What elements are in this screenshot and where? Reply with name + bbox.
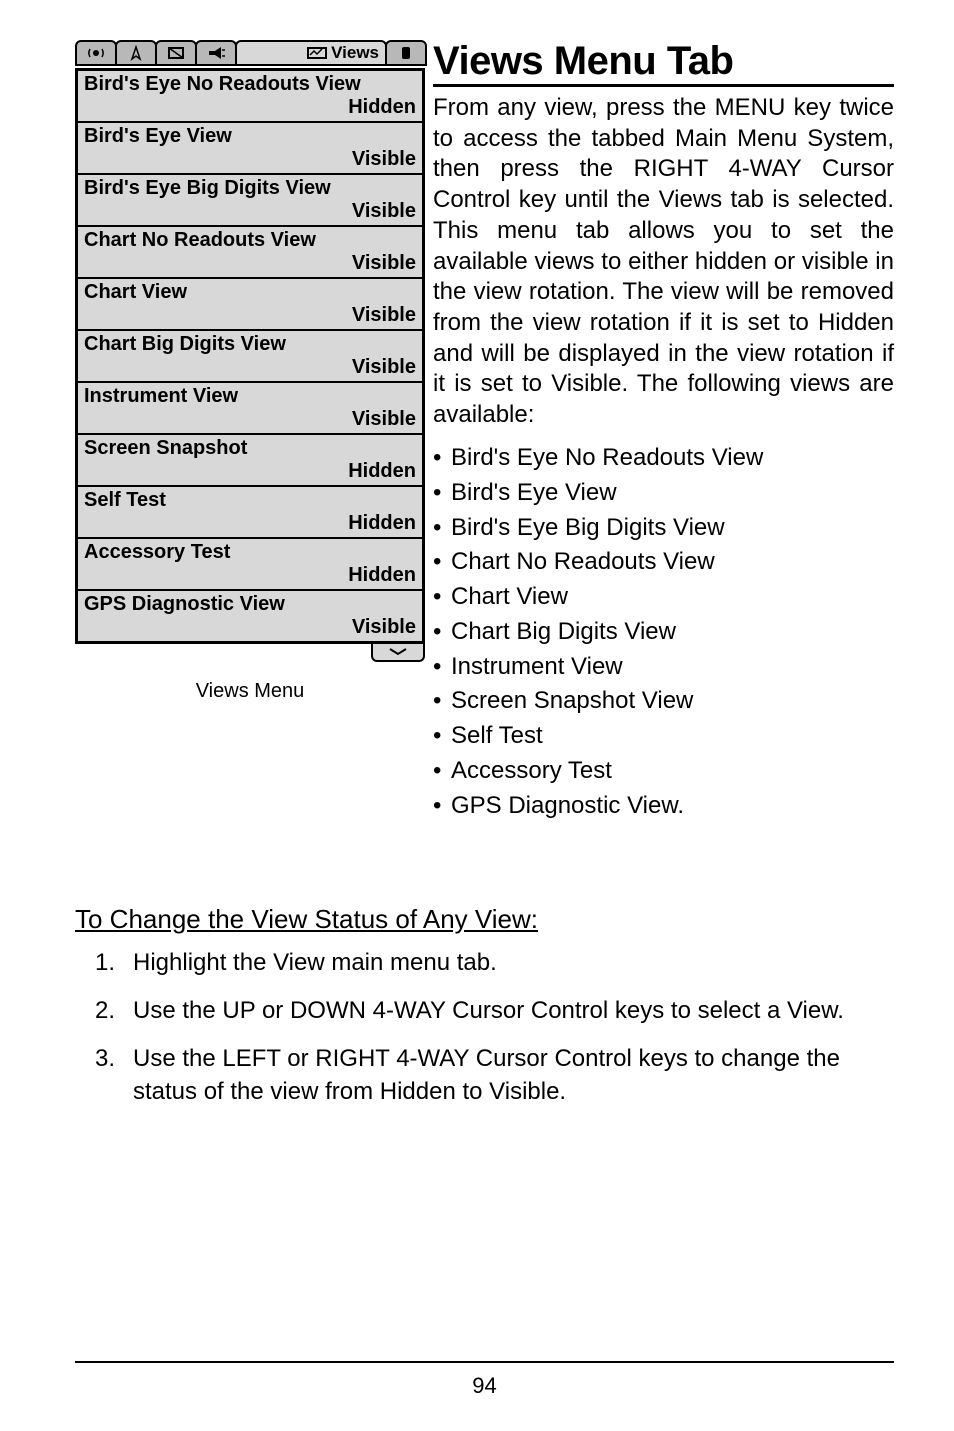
menu-row[interactable]: GPS Diagnostic View Visible [78, 591, 422, 641]
bullet-item: GPS Diagnostic View. [433, 789, 894, 824]
menu-row-value: Visible [84, 356, 416, 379]
menu-row-value: Visible [84, 148, 416, 171]
tab-chart-icon [155, 40, 197, 66]
bullet-item: Bird's Eye No Readouts View [433, 441, 894, 476]
menu-caption: Views Menu [75, 680, 425, 703]
tab-nav-icon [115, 40, 157, 66]
menu-row-label: Chart Big Digits View [84, 333, 416, 356]
chevron-down-icon [388, 648, 408, 656]
menu-row-value: Visible [84, 252, 416, 275]
menu-row-label: Accessory Test [84, 541, 416, 564]
step-item: 3. Use the LEFT or RIGHT 4-WAY Cursor Con… [95, 1043, 894, 1108]
bullet-item: Chart No Readouts View [433, 545, 894, 580]
menu-row-label: Self Test [84, 489, 416, 512]
bullet-item: Screen Snapshot View [433, 684, 894, 719]
menu-row[interactable]: Chart Big Digits View Visible [78, 331, 422, 383]
steps-list: 1. Highlight the View main menu tab. 2. Us… [95, 947, 894, 1109]
menu-row-label: Bird's Eye Big Digits View [84, 177, 416, 200]
tab-views-active: Views [235, 40, 387, 66]
menu-row[interactable]: Bird's Eye No Readouts View Hidden [78, 71, 422, 123]
tab-alarms-icon [195, 40, 237, 66]
menu-row[interactable]: Instrument View Visible [78, 383, 422, 435]
menu-row-value: Hidden [84, 564, 416, 587]
menu-tab-bar: Views [75, 40, 425, 66]
step-text: Use the LEFT or RIGHT 4-WAY Cursor Contr… [133, 1045, 840, 1104]
menu-row[interactable]: Bird's Eye View Visible [78, 123, 422, 175]
section-heading: To Change the View Status of Any View: [75, 904, 894, 935]
bullet-item: Chart View [433, 580, 894, 615]
tab-label: Views [331, 43, 379, 63]
menu-row-value: Visible [84, 616, 416, 639]
menu-row-value: Hidden [84, 96, 416, 119]
menu-row-label: Chart No Readouts View [84, 229, 416, 252]
tab-sonar-icon [75, 40, 117, 66]
menu-row-value: Hidden [84, 512, 416, 535]
step-number: 2. [95, 995, 115, 1027]
menu-row[interactable]: Screen Snapshot Hidden [78, 435, 422, 487]
menu-row-value: Visible [84, 200, 416, 223]
scroll-down-indicator [371, 644, 425, 662]
views-menu-list: Bird's Eye No Readouts View Hidden Bird'… [75, 68, 425, 644]
step-number: 3. [95, 1043, 115, 1075]
menu-row-label: Chart View [84, 281, 416, 304]
step-item: 1. Highlight the View main menu tab. [95, 947, 894, 979]
menu-row-label: Screen Snapshot [84, 437, 416, 460]
menu-row-value: Visible [84, 408, 416, 431]
menu-row-value: Visible [84, 304, 416, 327]
views-icon [307, 45, 327, 61]
views-bullet-list: Bird's Eye No Readouts View Bird's Eye V… [433, 441, 894, 824]
menu-row-label: Instrument View [84, 385, 416, 408]
step-number: 1. [95, 947, 115, 979]
menu-row-label: GPS Diagnostic View [84, 593, 416, 616]
step-item: 2. Use the UP or DOWN 4-WAY Cursor Contro… [95, 995, 894, 1027]
menu-row[interactable]: Accessory Test Hidden [78, 539, 422, 591]
bullet-item: Chart Big Digits View [433, 615, 894, 650]
menu-row-value: Hidden [84, 460, 416, 483]
step-text: Use the UP or DOWN 4-WAY Cursor Control … [133, 997, 844, 1024]
intro-paragraph: From any view, press the MENU key twice … [433, 93, 894, 431]
bullet-item: Accessory Test [433, 754, 894, 789]
menu-row[interactable]: Chart View Visible [78, 279, 422, 331]
page-number: 94 [472, 1373, 496, 1398]
title-underline [433, 84, 894, 87]
tab-setup-icon [385, 40, 427, 66]
bullet-item: Self Test [433, 719, 894, 754]
menu-row[interactable]: Chart No Readouts View Visible [78, 227, 422, 279]
page-title: Views Menu Tab [433, 40, 894, 82]
step-text: Highlight the View main menu tab. [133, 949, 497, 976]
page-footer: 94 [75, 1361, 894, 1399]
menu-row[interactable]: Self Test Hidden [78, 487, 422, 539]
menu-row[interactable]: Bird's Eye Big Digits View Visible [78, 175, 422, 227]
bullet-item: Bird's Eye View [433, 476, 894, 511]
bullet-item: Instrument View [433, 650, 894, 685]
menu-row-label: Bird's Eye View [84, 125, 416, 148]
menu-row-label: Bird's Eye No Readouts View [84, 73, 416, 96]
bullet-item: Bird's Eye Big Digits View [433, 511, 894, 546]
